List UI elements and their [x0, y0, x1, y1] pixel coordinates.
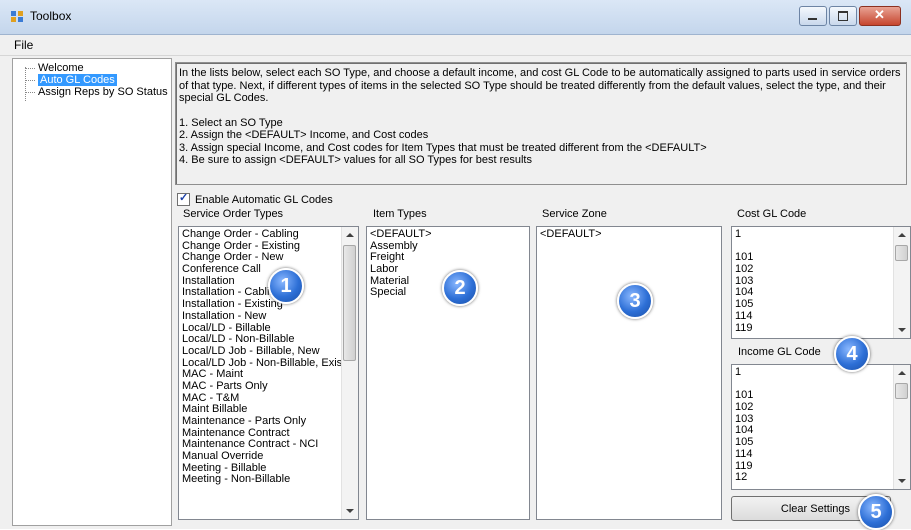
so-types-scrollbar[interactable] [341, 227, 358, 519]
so-type-item[interactable]: Meeting - Non-Billable [182, 474, 358, 486]
close-button[interactable]: ✕ [859, 6, 901, 26]
callout-badge-5: 5 [858, 494, 894, 530]
so-type-item[interactable]: Maintenance - Parts Only [182, 415, 358, 428]
scroll-down-icon[interactable] [898, 479, 906, 483]
cost-gl-item[interactable]: 103 [735, 275, 910, 288]
scroll-thumb[interactable] [343, 245, 356, 361]
instructions-paragraph: In the lists below, select each SO Type,… [179, 67, 901, 104]
income-gl-list[interactable]: 1 101 102 103 104 105 114 119 12 [731, 364, 911, 490]
scroll-down-icon[interactable] [346, 509, 354, 513]
income-gl-item[interactable]: 105 [735, 436, 910, 449]
income-gl-item[interactable] [735, 379, 910, 391]
callout-badge-1: 1 [268, 268, 304, 304]
so-type-item[interactable]: MAC - Parts Only [182, 380, 358, 393]
income-gl-item[interactable]: 12 [735, 471, 910, 484]
income-gl-scrollbar[interactable] [893, 365, 910, 489]
instruction-step: 2. Assign the <DEFAULT> Income, and Cost… [179, 129, 429, 141]
cost-gl-scrollbar[interactable] [893, 227, 910, 338]
tree-item-auto-gl-codes[interactable]: Auto GL Codes [38, 74, 117, 86]
title-bar: Toolbox ✕ [0, 0, 911, 35]
so-type-item[interactable]: Installation - New [182, 310, 358, 323]
income-gl-item[interactable]: 103 [735, 413, 910, 426]
cost-gl-item[interactable]: 119 [735, 322, 910, 335]
enable-auto-gl-toggle[interactable]: Enable Automatic GL Codes [177, 191, 333, 206]
tree-item-assign-reps[interactable]: Assign Reps by SO Status [38, 86, 168, 98]
cost-gl-item[interactable]: 105 [735, 298, 910, 311]
instruction-step: 3. Assign special Income, and Cost codes… [179, 141, 707, 154]
so-type-item[interactable]: Manual Override [182, 450, 358, 463]
income-gl-item[interactable]: 102 [735, 401, 910, 414]
scroll-thumb[interactable] [895, 245, 908, 261]
cost-gl-item[interactable]: 114 [735, 310, 910, 323]
so-type-item[interactable]: Change Order - Cabling [182, 228, 358, 241]
income-gl-item[interactable]: 1 [735, 366, 910, 379]
item-types-label: Item Types [371, 208, 429, 220]
service-zone-item[interactable]: <DEFAULT> [540, 228, 721, 241]
income-gl-item[interactable]: 114 [735, 448, 910, 461]
so-type-item[interactable]: Conference Call [182, 263, 358, 276]
callout-badge-2: 2 [442, 270, 478, 306]
income-gl-item[interactable]: 104 [735, 425, 910, 437]
window-title: Toolbox [30, 9, 72, 23]
menu-file[interactable]: File [14, 38, 33, 52]
maximize-button[interactable] [829, 6, 857, 26]
scroll-down-icon[interactable] [898, 328, 906, 332]
navigation-tree: Welcome Auto GL Codes Assign Reps by SO … [12, 58, 172, 526]
enable-auto-gl-checkbox[interactable] [177, 191, 190, 206]
income-gl-label: Income GL Code [736, 346, 823, 358]
menu-bar: File [0, 35, 911, 56]
tree-connector [25, 67, 26, 101]
cost-gl-label: Cost GL Code [735, 208, 809, 220]
cost-gl-item[interactable]: 1 [735, 228, 910, 241]
instruction-step: 4. Be sure to assign <DEFAULT> values fo… [179, 154, 532, 166]
tree-item-welcome[interactable]: Welcome [38, 62, 84, 74]
scroll-up-icon[interactable] [898, 371, 906, 375]
cost-gl-item[interactable] [735, 241, 910, 253]
minimize-icon [808, 18, 817, 20]
callout-badge-4: 4 [834, 336, 870, 372]
item-type-item[interactable]: <DEFAULT> [370, 228, 529, 241]
toolbox-app-icon [11, 11, 23, 22]
cost-gl-item[interactable]: 104 [735, 287, 910, 299]
cost-gl-list[interactable]: 1 101 102 103 104 105 114 119 [731, 226, 911, 339]
close-icon: ✕ [874, 7, 885, 22]
so-types-label: Service Order Types [181, 208, 286, 220]
instruction-step: 1. Select an SO Type [179, 116, 283, 129]
item-types-list[interactable]: <DEFAULT> Assembly Freight Labor Material Spe… [366, 226, 530, 520]
service-zone-list[interactable]: <DEFAULT> [536, 226, 722, 520]
income-gl-item[interactable]: 101 [735, 390, 910, 402]
scroll-thumb[interactable] [895, 383, 908, 399]
so-type-item[interactable]: Local/LD Job - Billable, New [182, 345, 358, 358]
callout-badge-3: 3 [617, 283, 653, 319]
scroll-up-icon[interactable] [346, 233, 354, 237]
scroll-up-icon[interactable] [898, 233, 906, 237]
service-zone-label: Service Zone [540, 208, 609, 220]
enable-auto-gl-label: Enable Automatic GL Codes [195, 193, 333, 206]
cost-gl-item[interactable]: 102 [735, 263, 910, 276]
instructions-panel: In the lists below, select each SO Type,… [175, 62, 907, 185]
income-gl-item[interactable]: 119 [735, 460, 910, 473]
minimize-button[interactable] [799, 6, 827, 26]
maximize-icon [838, 11, 848, 21]
so-types-list[interactable]: Change Order - Cabling Change Order - Exi… [178, 226, 359, 520]
cost-gl-item[interactable]: 101 [735, 252, 910, 264]
